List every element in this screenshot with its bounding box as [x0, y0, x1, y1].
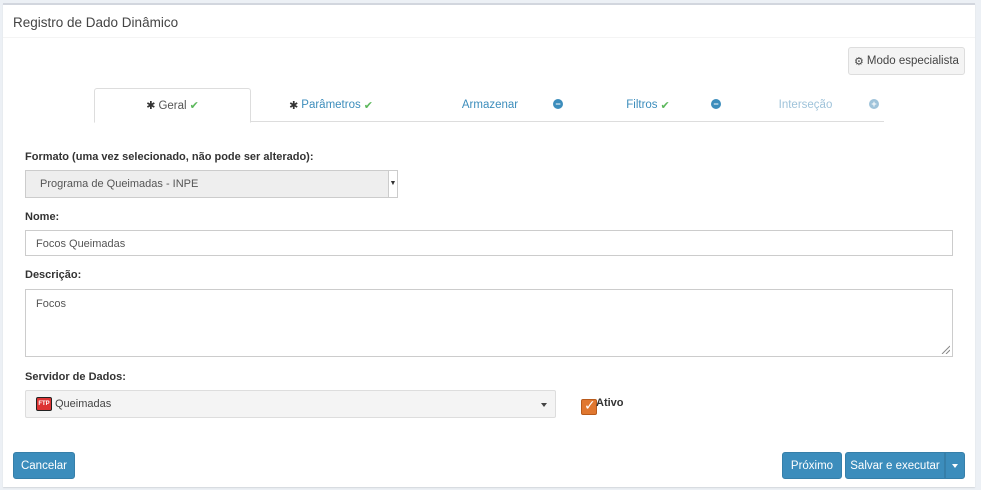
resize-handle-icon[interactable]: [940, 344, 950, 354]
check-icon: ✔: [363, 99, 373, 112]
wizard-tabs: ✱ Geral ✔ ✱ Parâmetros ✔ Armazenar − Fil…: [94, 88, 884, 123]
check-icon: ✔: [660, 99, 670, 112]
required-star-icon: ✱: [289, 99, 299, 112]
cancel-button[interactable]: Cancelar: [13, 452, 75, 479]
ftp-icon: FTP: [36, 397, 52, 411]
tab-geral[interactable]: ✱ Geral ✔: [94, 88, 251, 123]
next-button[interactable]: Próximo: [782, 452, 842, 479]
active-label: Ativo: [596, 397, 624, 409]
page-title: Registro de Dado Dinâmico: [13, 15, 179, 30]
save-and-run-button[interactable]: Salvar e executar: [845, 452, 945, 479]
description-label: Descrição:: [25, 269, 82, 281]
tab-parametros-label: Parâmetros: [301, 99, 361, 111]
check-icon: ✔: [189, 100, 199, 112]
caret-down-icon[interactable]: ▼: [388, 171, 397, 197]
plus-circle-icon[interactable]: +: [869, 99, 879, 109]
required-star-icon: ✱: [146, 100, 156, 112]
server-select[interactable]: FTP Queimadas: [25, 390, 556, 418]
tab-filtros[interactable]: Filtros ✔: [569, 88, 727, 122]
active-checkbox[interactable]: ✓: [581, 397, 597, 415]
name-label: Nome:: [25, 211, 60, 223]
save-options-dropdown[interactable]: [945, 452, 965, 479]
minus-circle-icon[interactable]: −: [553, 99, 563, 109]
tab-filtros-label: Filtros: [626, 99, 658, 111]
caret-down-icon: [952, 463, 958, 468]
expert-mode-button[interactable]: ⚙ Modo especialista: [848, 47, 965, 75]
format-value: Programa de Queimadas - INPE: [40, 178, 199, 190]
tab-parametros[interactable]: ✱ Parâmetros ✔: [251, 88, 411, 122]
name-input[interactable]: Focos Queimadas: [25, 230, 953, 256]
tab-intersecao[interactable]: Interseção: [727, 88, 884, 122]
gear-icon: ⚙: [854, 55, 864, 68]
expert-mode-label: Modo especialista: [866, 55, 959, 67]
caret-down-icon: [541, 403, 547, 407]
format-select[interactable]: Programa de Queimadas - INPE ▼: [25, 170, 398, 198]
description-value: Focos: [36, 298, 66, 310]
tab-armazenar-label: Armazenar: [461, 99, 519, 111]
name-value: Focos Queimadas: [36, 238, 126, 250]
dynamic-data-panel: Registro de Dado Dinâmico ⚙ Modo especia…: [3, 3, 975, 487]
description-textarea[interactable]: Focos: [25, 289, 953, 357]
server-label: Servidor de Dados:: [25, 371, 126, 383]
minus-circle-icon[interactable]: −: [711, 99, 721, 109]
format-label: Formato (uma vez selecionado, não pode s…: [25, 151, 314, 163]
tab-intersecao-label: Interseção: [778, 99, 833, 111]
tab-geral-label: Geral: [158, 99, 187, 112]
server-value: Queimadas: [55, 398, 112, 410]
tab-armazenar[interactable]: Armazenar: [411, 88, 569, 122]
panel-header: Registro de Dado Dinâmico: [3, 5, 975, 38]
check-icon: ✓: [584, 397, 596, 413]
